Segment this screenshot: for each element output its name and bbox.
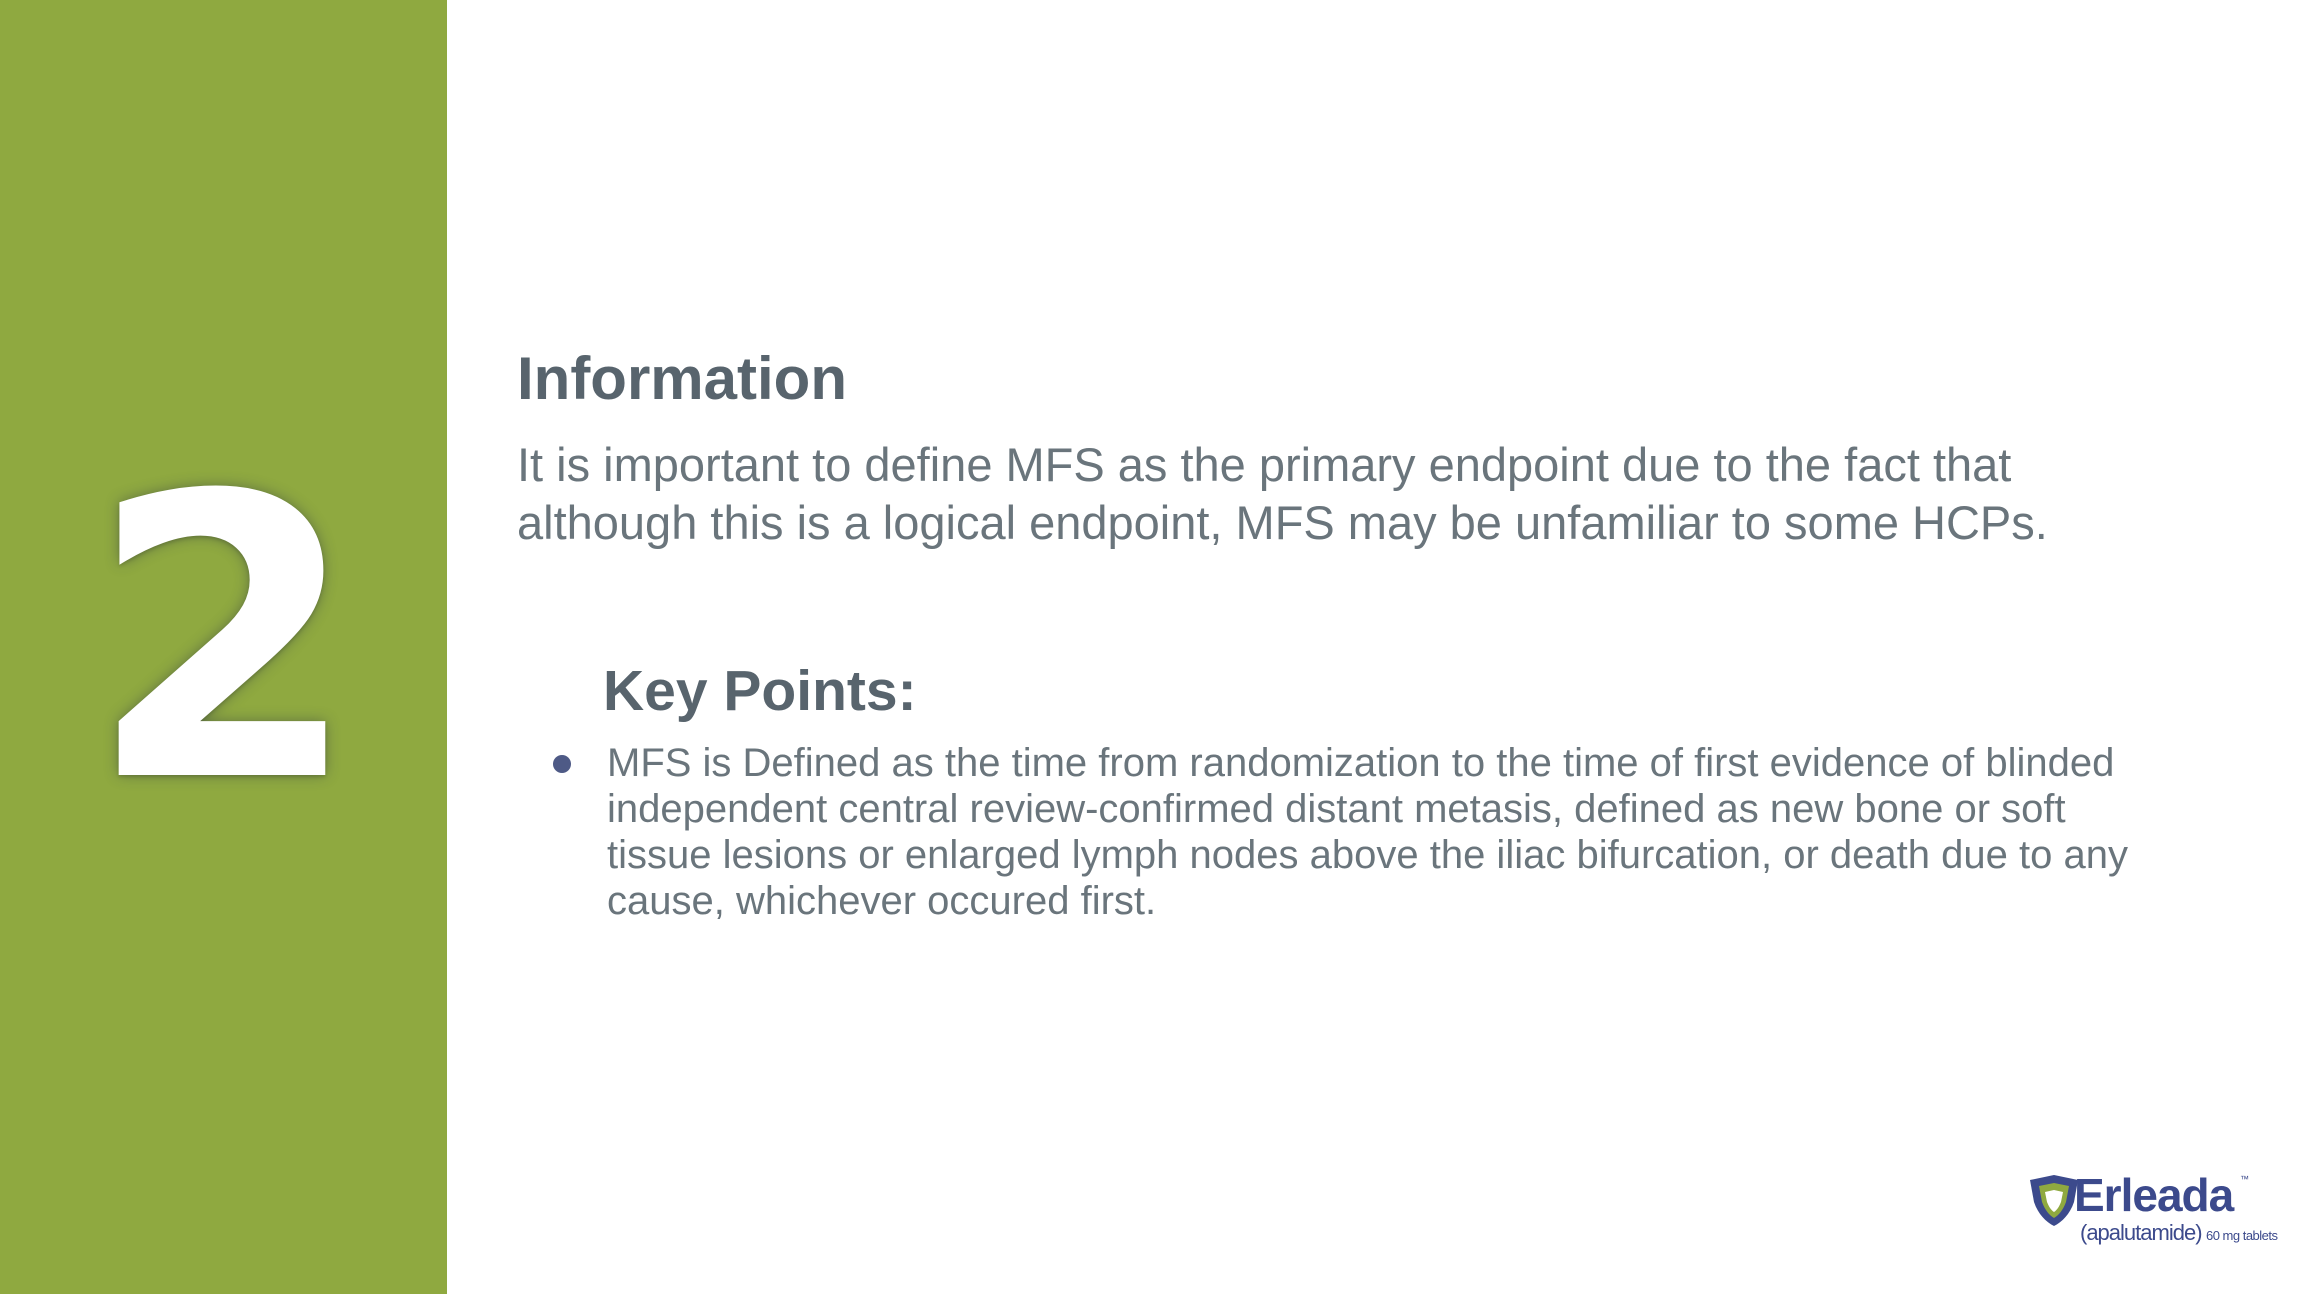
bullet-icon — [553, 755, 571, 773]
logo-subtitle: (apalutamide) 60 mg tablets — [2080, 1220, 2278, 1246]
slide-sidebar: 2 — [0, 0, 447, 1294]
key-points-list: MFS is Defined as the time from randomiz… — [517, 740, 2157, 924]
key-point-item: MFS is Defined as the time from randomiz… — [517, 740, 2157, 924]
logo-dose: 60 mg tablets — [2205, 1228, 2278, 1243]
logo-trademark: ™ — [2240, 1174, 2249, 1184]
information-body: It is important to define MFS as the pri… — [517, 438, 2048, 549]
key-points-heading: Key Points: — [603, 659, 917, 723]
slide-number: 2 — [87, 413, 360, 867]
logo-brand-name: Erleada — [2074, 1169, 2234, 1221]
logo-generic-name: (apalutamide) — [2080, 1220, 2203, 1245]
key-point-text: MFS is Defined as the time from randomiz… — [607, 741, 2128, 923]
information-heading: Information — [517, 345, 847, 412]
erleada-logo: Erleada ™ (apalutamide) 60 mg tablets — [2026, 1168, 2278, 1248]
